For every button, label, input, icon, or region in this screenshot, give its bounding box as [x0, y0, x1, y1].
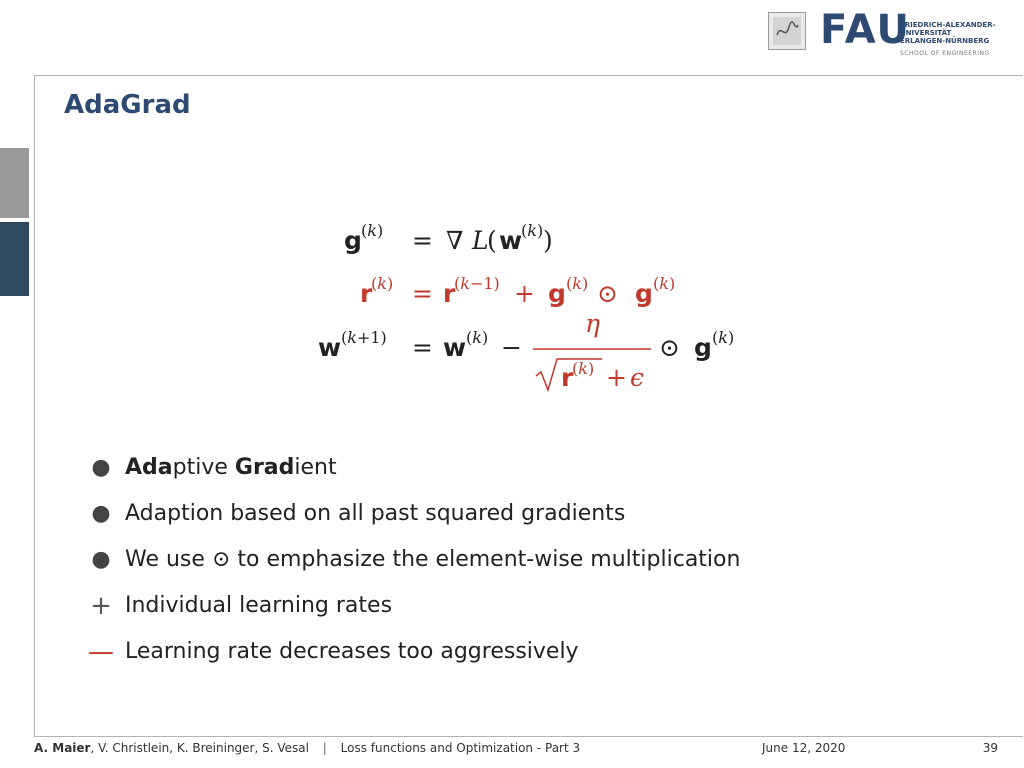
- list-item: ● Adaption based on all past squared gra…: [88, 494, 740, 540]
- list-item: — Learning rate decreases too aggressive…: [88, 632, 740, 678]
- svg-text:w: w: [318, 333, 341, 362]
- svg-text:w: w: [443, 333, 466, 362]
- dot-icon: ●: [91, 547, 111, 572]
- footer-lecture: Loss functions and Optimization - Part 3: [340, 741, 581, 755]
- adagrad-formula: g (k) = ∇ L ( w (k) ) r (k) = r (k−1) + …: [318, 221, 734, 393]
- svg-text:−: −: [501, 333, 522, 362]
- svg-text:g: g: [344, 226, 362, 255]
- svg-text:): ): [543, 226, 553, 255]
- dot-icon: ●: [91, 501, 111, 526]
- page-number: 39: [982, 741, 998, 755]
- svg-text:w: w: [499, 226, 522, 255]
- svg-text:L: L: [471, 226, 489, 255]
- svg-text:g: g: [548, 279, 566, 308]
- accumulator-equation: r (k) = r (k−1) + g (k) ⊙ g (k): [360, 274, 675, 308]
- svg-text:g: g: [694, 333, 712, 362]
- list-item: ● We use ⊙ to emphasize the element-wise…: [88, 540, 740, 586]
- list-item: ● Adaptive Gradient: [88, 448, 740, 494]
- dot-icon: ●: [91, 455, 111, 480]
- svg-text:⊙: ⊙: [597, 279, 618, 308]
- svg-text:g: g: [635, 279, 653, 308]
- list-item: + Individual learning rates: [88, 586, 740, 632]
- svg-text:∇: ∇: [446, 226, 463, 255]
- plus-icon: +: [90, 591, 112, 621]
- svg-text:(k−1): (k−1): [454, 274, 500, 293]
- footer-authors: A. Maier, V. Christlein, K. Breininger, …: [34, 741, 581, 755]
- svg-text:=: =: [412, 279, 433, 308]
- update-equation: w (k+1) = w (k) − η r (k) + ϵ ⊙ g (k): [318, 309, 734, 393]
- svg-text:(k+1): (k+1): [341, 328, 387, 347]
- svg-text:=: =: [412, 333, 433, 362]
- bullet-list: ● Adaptive Gradient ● Adaption based on …: [88, 448, 740, 678]
- svg-text:(k): (k): [521, 221, 543, 240]
- svg-text:(k): (k): [566, 274, 588, 293]
- svg-text:+: +: [514, 279, 535, 308]
- svg-text:ϵ: ϵ: [630, 363, 644, 392]
- svg-text:(k): (k): [572, 359, 594, 378]
- svg-text:⊙: ⊙: [659, 333, 680, 362]
- svg-text:(: (: [487, 226, 497, 255]
- svg-text:=: =: [412, 226, 433, 255]
- minus-icon: —: [88, 637, 114, 667]
- odot-symbol: ⊙: [211, 547, 231, 572]
- footer-date: June 12, 2020: [762, 741, 846, 755]
- svg-text:η: η: [585, 309, 600, 338]
- svg-text:(k): (k): [361, 221, 383, 240]
- svg-text:+: +: [606, 363, 627, 392]
- svg-text:(k): (k): [466, 328, 488, 347]
- svg-text:(k): (k): [653, 274, 675, 293]
- svg-text:(k): (k): [371, 274, 393, 293]
- gradient-equation: g (k) = ∇ L ( w (k) ): [344, 221, 553, 255]
- svg-text:(k): (k): [712, 328, 734, 347]
